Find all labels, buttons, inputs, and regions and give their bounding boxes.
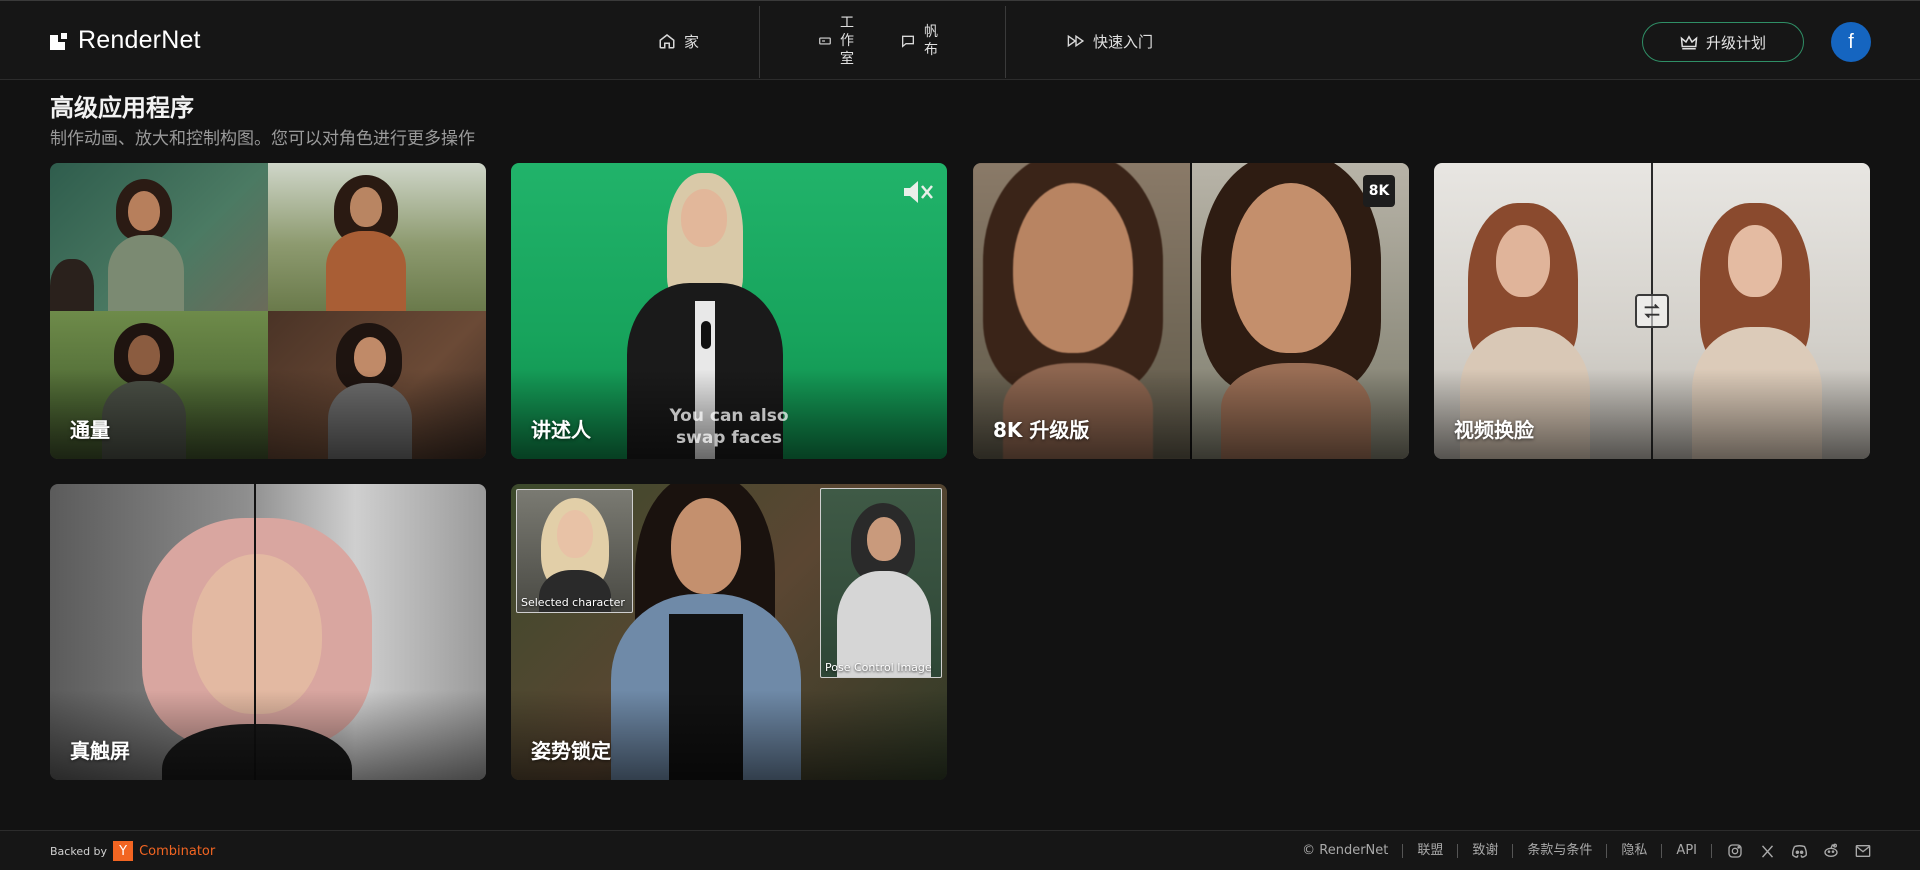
fast-forward-icon <box>1067 34 1085 48</box>
crown-icon <box>1680 35 1698 50</box>
footer-link-affiliate[interactable]: 联盟 <box>1403 844 1459 858</box>
section-subtitle: 制作动画、放大和控制构图。您可以对角色进行更多操作 <box>50 129 475 149</box>
card-label: 通量 <box>70 418 110 442</box>
footer-link-api[interactable]: API <box>1662 844 1712 858</box>
nav-divider <box>759 6 760 78</box>
card-label: 姿势锁定 <box>531 739 611 763</box>
instagram-icon[interactable] <box>1726 842 1744 860</box>
app-card-8k-upscale[interactable]: 8K 8K 升级版 <box>973 163 1409 459</box>
yc-name: Combinator <box>139 843 216 859</box>
nav-canvas-label: 帆 布 <box>924 24 938 58</box>
canvas-icon <box>902 35 914 48</box>
8k-badge: 8K <box>1363 175 1395 207</box>
app-card-pose-lock[interactable]: Selected character Pose Control Image 姿势… <box>511 484 947 780</box>
selected-character-label: Selected character <box>521 596 625 609</box>
flux-image-cyclist <box>268 163 486 311</box>
app-card-true-touch[interactable]: 真触屏 <box>50 484 486 780</box>
pose-control-thumbnail[interactable]: Pose Control Image <box>820 488 942 678</box>
footer-link-privacy[interactable]: 隐私 <box>1607 844 1663 858</box>
card-label: 视频换脸 <box>1454 418 1534 442</box>
discord-icon[interactable] <box>1790 842 1808 860</box>
nav-studio-label: 工 作 室 <box>840 15 854 67</box>
footer-link-terms[interactable]: 条款与条件 <box>1513 844 1608 858</box>
nav-quick-start-label: 快速入门 <box>1093 32 1154 51</box>
logo-text: RenderNet <box>78 25 201 54</box>
upgrade-plan-label: 升级计划 <box>1705 33 1766 52</box>
mail-icon[interactable] <box>1854 842 1872 860</box>
footer: Backed by Y Combinator © RenderNet 联盟 致谢… <box>0 830 1920 870</box>
backed-by-text: Backed by <box>50 844 108 858</box>
card-shade <box>50 369 486 459</box>
nav-studio[interactable]: 工 作 室 <box>818 1 854 81</box>
narrator-overlay-text: You can also swap faces <box>669 406 789 448</box>
nav-home-label: 家 <box>684 32 700 51</box>
footer-copyright: © RenderNet <box>1288 844 1404 858</box>
section-title: 高级应用程序 <box>50 94 194 122</box>
selected-character-thumbnail[interactable]: Selected character <box>516 489 633 613</box>
swap-icon <box>1635 294 1669 328</box>
footer-links: © RenderNet 联盟 致谢 条款与条件 隐私 API <box>1288 831 1872 870</box>
yc-logo-icon: Y <box>113 841 134 861</box>
logo-mark-icon <box>50 30 70 50</box>
upgrade-plan-button[interactable]: 升级计划 <box>1642 22 1804 62</box>
top-navigation-bar: RenderNet 家 工 作 室 帆 布 快速入门 升级计划 f <box>0 0 1920 80</box>
app-card-narrator[interactable]: You can also swap faces 讲述人 <box>511 163 947 459</box>
pose-control-label: Pose Control Image <box>825 661 932 674</box>
reddit-icon[interactable] <box>1822 842 1840 860</box>
footer-link-credits[interactable]: 致谢 <box>1458 844 1514 858</box>
studio-icon <box>819 37 831 45</box>
mute-icon[interactable] <box>901 177 935 207</box>
home-icon <box>659 34 675 49</box>
nav-divider <box>1005 6 1006 78</box>
app-card-flux[interactable]: 通量 <box>50 163 486 459</box>
nav-canvas[interactable]: 帆 布 <box>900 1 938 81</box>
card-label: 讲述人 <box>531 418 591 442</box>
logo[interactable]: RenderNet <box>50 25 201 55</box>
backed-by-yc[interactable]: Backed by Y Combinator <box>50 841 215 861</box>
x-icon[interactable] <box>1758 842 1776 860</box>
card-label: 真触屏 <box>70 739 130 763</box>
nav-home[interactable]: 家 <box>658 1 699 81</box>
app-card-video-face-swap[interactable]: 视频换脸 <box>1434 163 1870 459</box>
nav-quick-start[interactable]: 快速入门 <box>1067 1 1153 81</box>
user-avatar[interactable]: f <box>1831 22 1871 62</box>
card-label: 8K 升级版 <box>993 418 1090 442</box>
flux-image-speaker <box>50 163 268 311</box>
